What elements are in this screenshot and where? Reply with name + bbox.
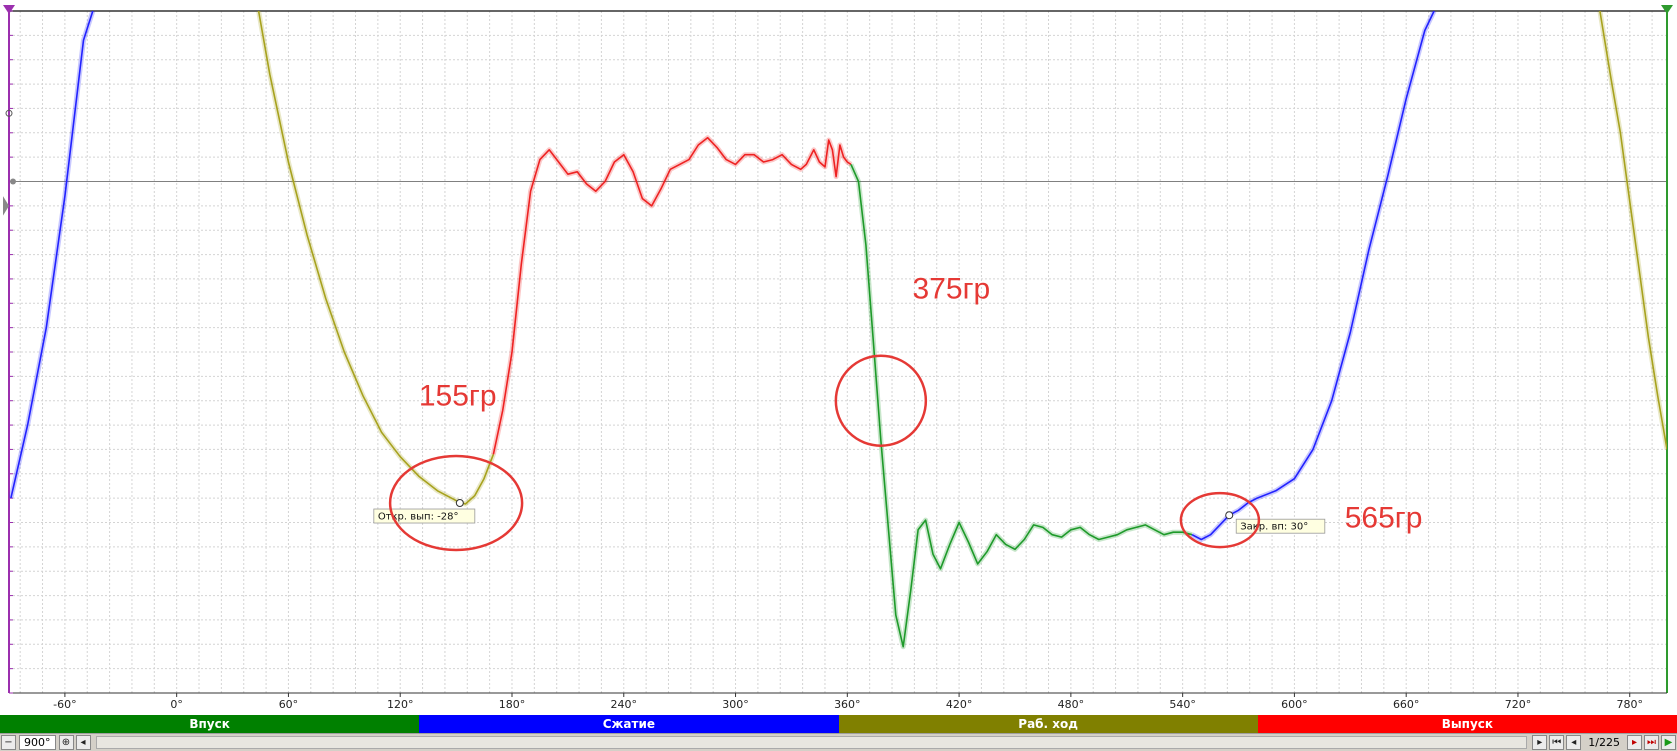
engine-cycle-chart: Откр. вып: -28° Закр. вп: 30° 155гр 375гр 5… — [3, 5, 1673, 710]
next-frame-icon[interactable]: ▸ — [1627, 735, 1642, 750]
x-tick-label: 300° — [722, 698, 749, 710]
x-tick-label: 0° — [170, 698, 183, 710]
x-tick-label: 240° — [611, 698, 638, 710]
x-tick-label: 480° — [1058, 698, 1085, 710]
phase-intake: Впуск — [0, 715, 420, 733]
x-tick-label: 420° — [946, 698, 973, 710]
baseline-marker — [10, 178, 16, 185]
grid-layer — [9, 10, 1667, 694]
cursor-point — [455, 499, 464, 508]
scroll-left-icon[interactable]: ◂ — [75, 735, 91, 750]
x-tick-label: 540° — [1169, 698, 1196, 710]
bottom-toolbar: − 900° ⊕ ◂ ▸ ⏮ ◂ 1/225 ▸ ⏭ ▶ — [0, 733, 1677, 751]
x-tick-label: 120° — [387, 698, 414, 710]
x-tick-label: 600° — [1281, 698, 1308, 710]
last-frame-icon[interactable]: ⏭ — [1644, 735, 1659, 750]
prev-frame-icon[interactable]: ◂ — [1566, 735, 1582, 750]
annotation-label: 565гр — [1345, 501, 1423, 534]
phase-power-stroke: Раб. ход — [838, 715, 1258, 733]
x-tick-label: 660° — [1393, 698, 1420, 710]
phase-compression: Сжатие — [419, 715, 839, 733]
x-tick-label: 360° — [834, 698, 861, 710]
scroll-right-icon[interactable]: ▸ — [1532, 735, 1548, 750]
x-tick-labels: -60° 0° 60° 120° 180° 240° 300° 360° 420° 480° 540… — [53, 693, 1643, 710]
x-tick-label: 720° — [1505, 698, 1532, 710]
zoom-in-icon[interactable]: ⊕ — [58, 735, 74, 750]
annotation-label: 155гр — [419, 380, 497, 413]
phase-exhaust: Выпуск — [1257, 715, 1677, 733]
zoom-out-icon[interactable]: − — [1, 735, 16, 750]
play-icon[interactable]: ▶ — [1661, 735, 1676, 750]
x-tick-label: 180° — [499, 698, 526, 710]
cursor-point — [1225, 511, 1234, 520]
marker-tooltip-label: Закр. вп: 30° — [1240, 522, 1308, 533]
phase-bar: Впуск Сжатие Раб. ход Выпуск — [0, 715, 1677, 733]
frame-counter: 1/225 — [1588, 736, 1620, 749]
first-frame-icon[interactable]: ⏮ — [1549, 735, 1565, 750]
x-tick-label: -60° — [53, 698, 76, 710]
marker-tooltip-label: Откр. вып: -28° — [378, 512, 459, 523]
annotation-label: 375гр — [913, 272, 991, 305]
horizontal-scrollbar[interactable] — [95, 736, 1528, 749]
zoom-level[interactable]: 900° — [19, 735, 56, 750]
x-tick-label: 60° — [279, 698, 299, 710]
x-tick-label: 780° — [1616, 698, 1643, 710]
